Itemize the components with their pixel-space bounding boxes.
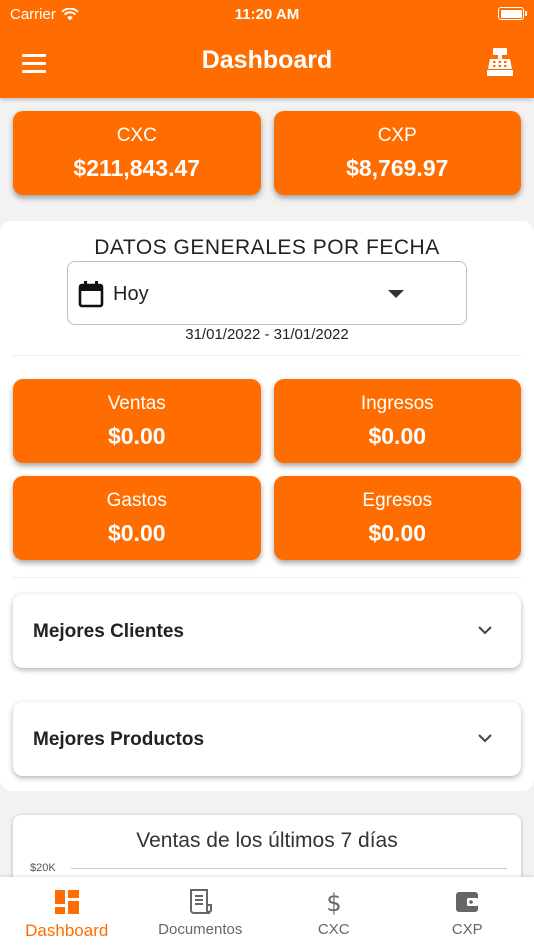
ingresos-label: Ingresos [360,392,434,414]
battery-icon [498,7,527,20]
general-data-panel: DATOS GENERALES POR FECHA Hoy 31/01/2022… [0,221,534,791]
app-bar: Dashboard [0,28,534,98]
divider [13,577,521,578]
nav-cxp[interactable]: CXP [401,877,534,950]
cxp-value: $8,769.97 [346,154,449,181]
chart-title: Ventas de los últimos 7 días [136,829,398,852]
gastos-value: $0.00 [107,519,166,546]
cxp-card[interactable]: CXP $8,769.97 [273,111,521,195]
best-products-title: Mejores Productos [33,729,205,750]
clock: 11:20 AM [234,6,300,23]
ingresos-value: $0.00 [368,422,427,449]
ventas-label: Ventas [107,392,166,414]
best-clients-title: Mejores Clientes [33,621,184,642]
date-range-text: 31/01/2022 - 31/01/2022 [185,326,349,343]
dropdown-arrow-icon [388,290,404,298]
summary-cards: CXC $211,843.47 CXP $8,769.97 [13,111,521,195]
best-clients-expander[interactable]: Mejores Clientes [13,594,521,668]
page-title: Dashboard [201,46,333,74]
nav-cxp-label: CXP [451,921,483,938]
nav-documentos[interactable]: Documentos [134,877,268,950]
dashboard-icon [54,890,79,914]
nav-dashboard[interactable]: Dashboard [0,877,134,950]
ventas-card[interactable]: Ventas $0.00 [13,379,261,463]
best-products-expander[interactable]: Mejores Productos [13,702,521,776]
nav-documentos-label: Documentos [158,921,243,938]
cxc-value: $211,843.47 [73,154,201,181]
ventas-value: $0.00 [107,422,166,449]
status-bar: Carrier 11:20 AM [0,0,534,28]
wallet-icon [456,892,479,912]
date-filter-dropdown[interactable]: Hoy [67,261,467,325]
cxc-card[interactable]: CXC $211,843.47 [13,111,261,195]
stats-row-1: Ventas $0.00 Ingresos $0.00 [13,379,521,463]
cxp-label: CXP [377,124,417,146]
receipt-icon [190,889,213,914]
nav-cxc-label: CXC [317,921,350,938]
nav-cxc[interactable]: $ CXC [267,877,401,950]
bottom-navigation: Dashboard Documentos $ CXC CXP [0,877,534,950]
ingresos-card[interactable]: Ingresos $0.00 [273,379,521,463]
chevron-down-icon [478,626,492,635]
nav-dashboard-label: Dashboard [25,921,109,940]
gastos-label: Gastos [106,489,167,511]
chart-y-tick-label: $20K [30,862,56,874]
stats-row-2: Gastos $0.00 Egresos $0.00 [13,476,521,560]
cxc-label: CXC [116,124,157,146]
dollar-icon: $ [326,889,341,915]
egresos-card[interactable]: Egresos $0.00 [273,476,521,560]
section-heading: DATOS GENERALES POR FECHA [94,236,440,259]
svg-text:$: $ [326,889,341,915]
egresos-label: Egresos [362,489,433,511]
gastos-card[interactable]: Gastos $0.00 [13,476,261,560]
date-filter-value: Hoy [113,283,149,305]
chart-gridline [71,868,507,869]
divider [13,355,521,356]
cash-register-icon[interactable] [484,46,516,78]
chevron-down-icon [478,734,492,743]
egresos-value: $0.00 [368,519,427,546]
calendar-icon [78,281,104,308]
